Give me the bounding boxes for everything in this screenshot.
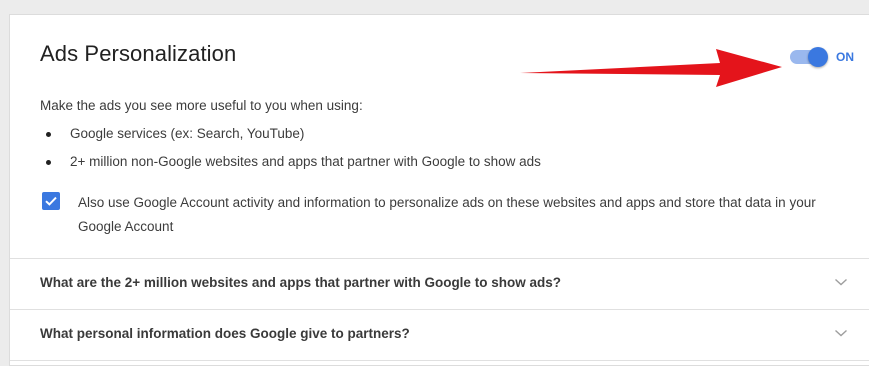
- intro-text: Make the ads you see more useful to you …: [40, 98, 363, 113]
- list-item-text: 2+ million non-Google websites and apps …: [70, 154, 541, 169]
- services-list: Google services (ex: Search, YouTube) 2+…: [40, 124, 541, 180]
- account-activity-checkbox[interactable]: [42, 192, 60, 210]
- faq-question: What are the 2+ million websites and app…: [40, 275, 561, 290]
- faq-question: What personal information does Google gi…: [40, 326, 410, 341]
- chevron-down-icon[interactable]: [834, 277, 848, 287]
- toggle-knob: [808, 47, 828, 67]
- bullet-icon: [46, 160, 51, 165]
- red-arrow-annotation: [520, 49, 782, 87]
- check-icon: [45, 196, 57, 206]
- faq-item-personal-info[interactable]: What personal information does Google gi…: [10, 310, 869, 360]
- faq-item-partner-websites[interactable]: What are the 2+ million websites and app…: [10, 259, 869, 309]
- chevron-down-icon[interactable]: [834, 328, 848, 338]
- bullet-icon: [46, 132, 51, 137]
- toggle-state-label: ON: [836, 50, 854, 64]
- screenshot-frame: Ads Personalization ON Make the ads you …: [0, 0, 869, 366]
- divider: [10, 360, 869, 361]
- checkbox-label: Also use Google Account activity and inf…: [78, 195, 816, 234]
- list-item: 2+ million non-Google websites and apps …: [40, 152, 541, 180]
- section-title: Ads Personalization: [40, 41, 237, 66]
- list-item: Google services (ex: Search, YouTube): [40, 124, 541, 152]
- ads-personalization-toggle[interactable]: [790, 47, 828, 67]
- list-item-text: Google services (ex: Search, YouTube): [70, 126, 305, 141]
- ads-personalization-card: Ads Personalization ON Make the ads you …: [9, 14, 869, 366]
